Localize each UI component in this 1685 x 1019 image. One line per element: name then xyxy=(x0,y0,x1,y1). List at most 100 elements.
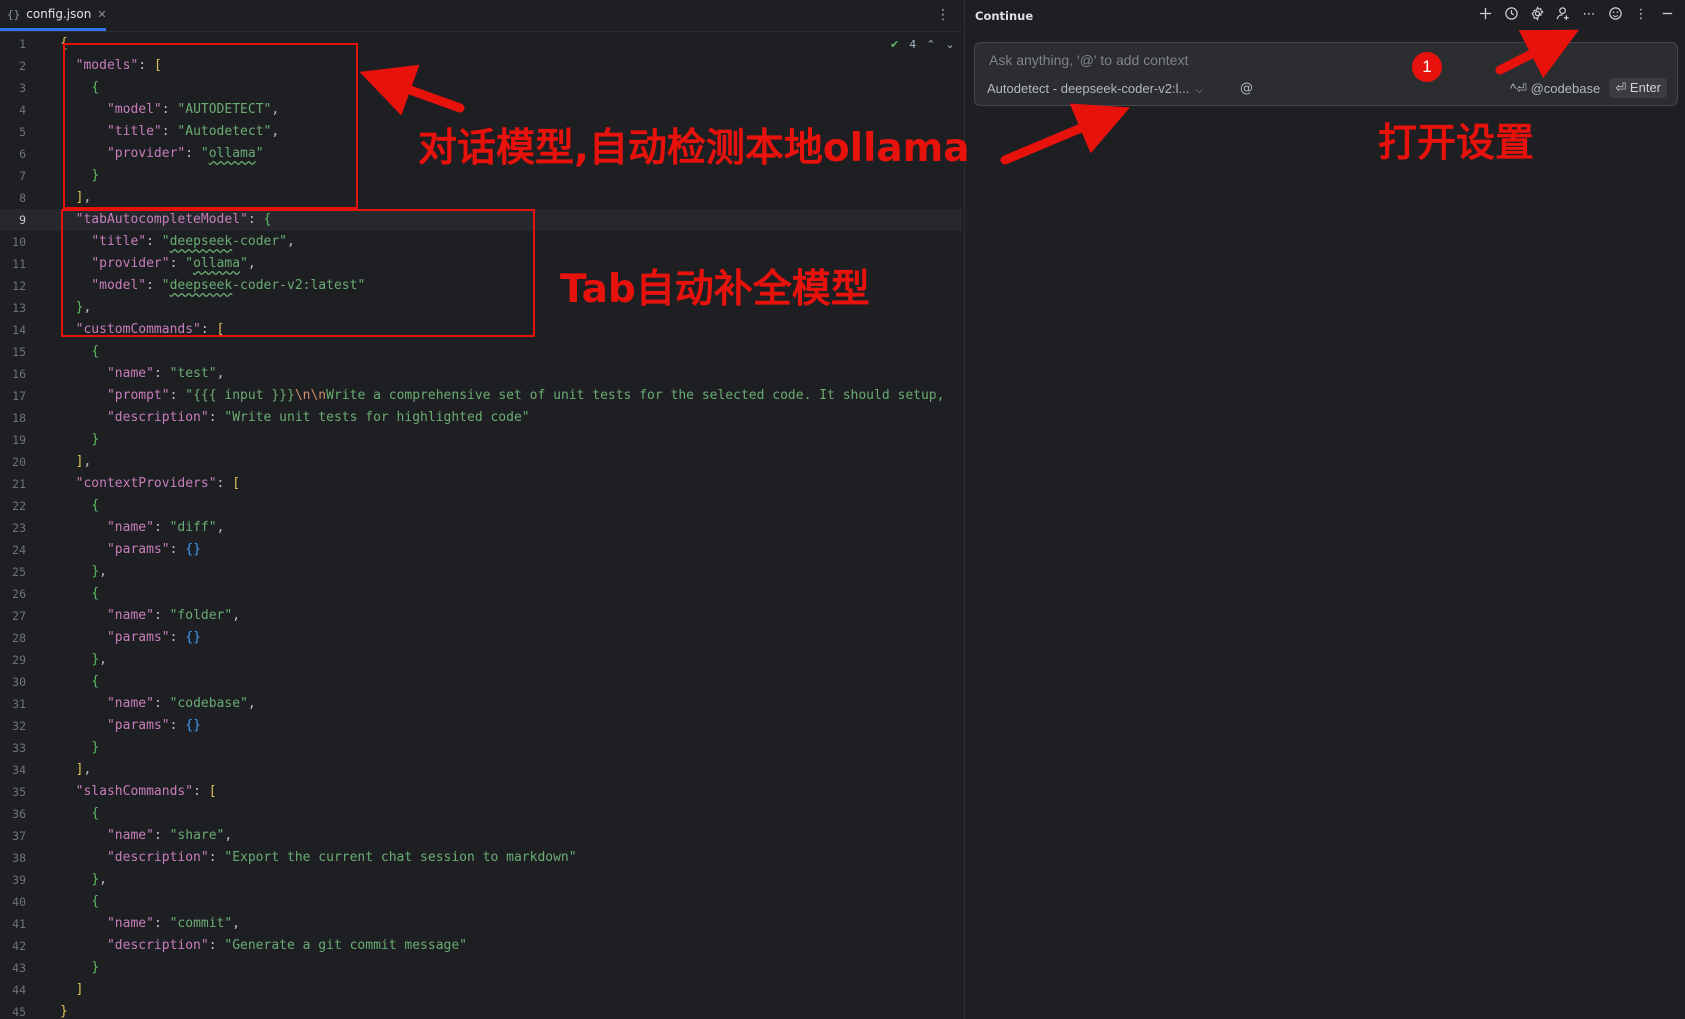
history-icon[interactable] xyxy=(1502,6,1520,24)
codebase-shortcut-button[interactable]: ^⏎ @codebase xyxy=(1510,81,1600,97)
code-line[interactable]: 34 ], xyxy=(0,759,962,781)
code-line[interactable]: 17 "prompt": "{{{ input }}}\n\nWrite a c… xyxy=(0,385,962,407)
tab-label: config.json xyxy=(26,7,92,21)
line-number: 20 xyxy=(12,455,26,469)
enter-button[interactable]: ⏎ Enter xyxy=(1609,78,1667,98)
line-number: 22 xyxy=(12,499,26,513)
model-selector[interactable]: Autodetect - deepseek-coder-v2:l... ⌵ xyxy=(987,81,1203,96)
code-line[interactable]: 38 "description": "Export the current ch… xyxy=(0,847,962,869)
panel-header: Continue ⋯ ⋮ xyxy=(965,0,1685,31)
code-line[interactable]: 25 }, xyxy=(0,561,962,583)
line-number: 30 xyxy=(12,675,26,689)
editor-tab-bar: {} config.json ✕ ⋮ xyxy=(0,0,962,32)
line-number: 24 xyxy=(12,543,26,557)
code-text: }, xyxy=(91,872,107,887)
code-text: "name": "share", xyxy=(106,828,233,843)
code-line[interactable]: 45} xyxy=(0,1001,962,1019)
line-number: 28 xyxy=(12,631,26,645)
line-number: 10 xyxy=(12,235,26,249)
code-text: { xyxy=(91,498,100,513)
line-number: 42 xyxy=(12,939,26,953)
highlight-box-tab-autocomplete xyxy=(61,209,535,337)
code-line[interactable]: 44 ] xyxy=(0,979,962,1001)
code-text: { xyxy=(91,806,100,821)
code-line[interactable]: 19 } xyxy=(0,429,962,451)
code-text: "description": "Generate a git commit me… xyxy=(106,938,468,953)
code-line[interactable]: 27 "name": "folder", xyxy=(0,605,962,627)
line-number: 38 xyxy=(12,851,26,865)
code-line[interactable]: 42 "description": "Generate a git commit… xyxy=(0,935,962,957)
more-vertical-icon[interactable]: ⋮ xyxy=(1632,6,1650,24)
code-text: "description": "Export the current chat … xyxy=(106,850,577,865)
code-line[interactable]: 43 } xyxy=(0,957,962,979)
code-text: } xyxy=(60,1004,68,1019)
line-number: 15 xyxy=(12,345,26,359)
code-line[interactable]: 31 "name": "codebase", xyxy=(0,693,962,715)
line-number: 31 xyxy=(12,697,26,711)
code-text: ] xyxy=(75,982,84,997)
line-number: 25 xyxy=(12,565,26,579)
code-text: "params": {} xyxy=(106,542,201,557)
add-user-icon[interactable] xyxy=(1554,6,1572,24)
code-line[interactable]: 33 } xyxy=(0,737,962,759)
code-text: { xyxy=(91,344,100,359)
code-line[interactable]: 36 { xyxy=(0,803,962,825)
code-line[interactable]: 20 ], xyxy=(0,451,962,473)
line-number: 12 xyxy=(12,279,26,293)
code-line[interactable]: 21 "contextProviders": [ xyxy=(0,473,962,495)
code-text: "contextProviders": [ xyxy=(75,476,241,491)
tab-config-json[interactable]: {} config.json ✕ xyxy=(0,0,107,31)
line-number: 9 xyxy=(19,213,26,227)
line-number: 33 xyxy=(12,741,26,755)
line-number: 32 xyxy=(12,719,26,733)
code-line[interactable]: 24 "params": {} xyxy=(0,539,962,561)
code-line[interactable]: 32 "params": {} xyxy=(0,715,962,737)
chat-input[interactable] xyxy=(987,51,1591,69)
code-text: } xyxy=(91,432,100,447)
code-line[interactable]: 39 }, xyxy=(0,869,962,891)
code-line[interactable]: 28 "params": {} xyxy=(0,627,962,649)
code-line[interactable]: 23 "name": "diff", xyxy=(0,517,962,539)
emoji-icon[interactable] xyxy=(1606,6,1624,24)
annotation-open-settings: 打开设置 xyxy=(1378,121,1535,166)
add-context-button[interactable]: @ xyxy=(1240,81,1253,96)
code-line[interactable]: 18 "description": "Write unit tests for … xyxy=(0,407,962,429)
json-file-icon: {} xyxy=(7,7,21,21)
code-text: "name": "diff", xyxy=(106,520,225,535)
code-text: }, xyxy=(91,564,107,579)
code-text: "slashCommands": [ xyxy=(75,784,217,799)
code-text: }, xyxy=(91,652,107,667)
minimize-icon[interactable] xyxy=(1658,6,1676,24)
line-number: 8 xyxy=(19,191,26,205)
code-text: ], xyxy=(75,454,92,469)
code-text: { xyxy=(91,674,100,689)
code-text: "name": "test", xyxy=(106,366,225,381)
code-line[interactable]: 15 { xyxy=(0,341,962,363)
code-text: "name": "folder", xyxy=(106,608,241,623)
code-text: "name": "codebase", xyxy=(106,696,256,711)
code-text: { xyxy=(91,894,100,909)
code-text: "params": {} xyxy=(106,718,201,733)
line-number: 34 xyxy=(12,763,26,777)
line-number: 41 xyxy=(12,917,26,931)
close-icon[interactable]: ✕ xyxy=(97,8,106,21)
more-horizontal-icon[interactable]: ⋯ xyxy=(1580,6,1598,24)
code-line[interactable]: 29 }, xyxy=(0,649,962,671)
code-line[interactable]: 35 "slashCommands": [ xyxy=(0,781,962,803)
more-vertical-icon[interactable]: ⋮ xyxy=(936,7,950,23)
code-text: ], xyxy=(75,762,92,777)
line-number: 21 xyxy=(12,477,26,491)
continue-panel: Continue ⋯ ⋮ Auto xyxy=(964,0,1685,1019)
code-line[interactable]: 41 "name": "commit", xyxy=(0,913,962,935)
line-number: 1 xyxy=(19,37,26,51)
line-number: 39 xyxy=(12,873,26,887)
annotation-chat-model: 对话模型,自动检测本地ollama xyxy=(418,126,970,171)
settings-gear-icon[interactable] xyxy=(1528,6,1546,24)
plus-icon[interactable] xyxy=(1476,6,1494,24)
code-line[interactable]: 16 "name": "test", xyxy=(0,363,962,385)
code-line[interactable]: 30 { xyxy=(0,671,962,693)
code-line[interactable]: 22 { xyxy=(0,495,962,517)
code-line[interactable]: 26 { xyxy=(0,583,962,605)
code-line[interactable]: 40 { xyxy=(0,891,962,913)
code-line[interactable]: 37 "name": "share", xyxy=(0,825,962,847)
